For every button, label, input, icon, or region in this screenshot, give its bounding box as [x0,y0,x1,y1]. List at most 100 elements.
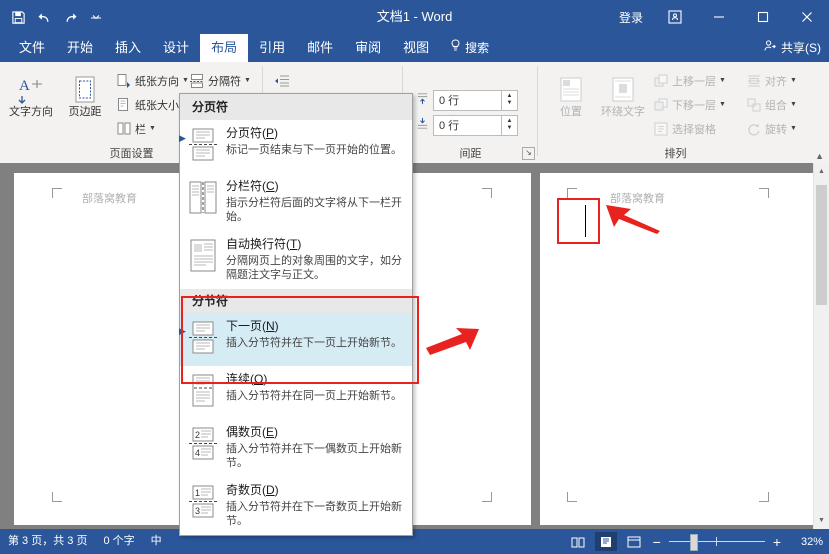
tab-view[interactable]: 视图 [392,34,440,62]
web-view-icon[interactable] [623,532,645,551]
space-before-field[interactable]: 0 行 ▲ ▼ [415,89,518,111]
menu-item-description: 插入分节符并在下一奇数页上开始新节。 [226,501,402,527]
zoom-out-button[interactable]: − [651,534,663,550]
ribbon-group-spacing: 0 行 ▲ ▼ 0 行 ▲ ▼ 间距 ↘ [403,62,538,163]
tab-references[interactable]: 引用 [248,34,296,62]
chevron-down-icon[interactable]: ▼ [719,77,726,84]
space-before-stepper[interactable]: ▲ ▼ [502,89,518,111]
vertical-scrollbar[interactable]: ▲ ▼ [813,163,829,529]
group-button[interactable]: 组合 ▼ [743,94,799,115]
margins-label: 页边距 [68,106,102,118]
align-button[interactable]: 对齐 ▼ [743,70,799,91]
scroll-down-icon[interactable]: ▼ [814,512,829,529]
status-bar-left: 第 3 页，共 3 页 0 个字 中 [8,529,162,554]
page-indicator[interactable]: 第 3 页，共 3 页 [8,529,87,554]
zoom-slider-handle[interactable] [689,534,698,551]
collapse-ribbon-icon[interactable]: ▲ [815,151,824,161]
sign-in-button[interactable]: 登录 [609,0,653,34]
print-view-icon[interactable] [594,532,617,551]
tell-me-search[interactable]: 搜索 [440,34,499,62]
indent-left-icon[interactable] [271,70,292,91]
menu-item-column-break[interactable]: 分栏符(C) 指示分栏符后面的文字将从下一栏开始。 [180,173,412,231]
send-backward-button[interactable]: 下移一层 ▼ [650,94,728,115]
word-count[interactable]: 0 个字 [103,529,134,554]
size-label: 纸张大小 [135,99,179,112]
breaks-button[interactable]: 分隔符 ▼ [186,70,253,91]
menu-item-next-page-section[interactable]: ▶ 下一页(N) 插入分节符并在下一页上开始新节。 [179,313,412,366]
tab-mailings[interactable]: 邮件 [296,34,344,62]
margins-icon [70,72,100,106]
tab-home[interactable]: 开始 [56,34,104,62]
bring-forward-button[interactable]: 上移一层 ▼ [650,70,728,91]
close-button[interactable] [785,0,829,34]
title-bar: 文档1 - Word 登录 [0,0,829,34]
menu-header-section-breaks: 分节符 [180,289,412,313]
tab-file[interactable]: 文件 [8,34,56,62]
menu-item-odd-page-section[interactable]: 1 3 奇数页(D) 插入分节符并在下一奇数页上开始新节。 [180,477,412,535]
tab-design[interactable]: 设计 [152,34,200,62]
group-icon [745,96,762,113]
chevron-down-icon[interactable]: ▼ [790,77,797,84]
document-canvas: 部落窝教育 部落窝教育 [0,163,829,529]
columns-button[interactable]: 栏 ▼ [113,118,158,139]
menu-item-description: 插入分节符并在同一页上开始新节。 [226,390,402,402]
margins-button[interactable]: 页边距 [58,68,112,138]
menu-item-title: 奇数页(D) [226,483,279,497]
scroll-up-icon[interactable]: ▲ [814,163,829,180]
even-page-section-icon: 24 [186,425,220,465]
chevron-down-icon[interactable]: ▼ [790,101,797,108]
space-after-stepper[interactable]: ▲ ▼ [502,114,518,136]
align-label: 对齐 [765,75,787,88]
breaks-dropdown-menu[interactable]: 分页符 ▶ 分页符(P) 标记一页结束与下一页开始的位置。 分栏符(C) 指示分… [179,93,413,536]
svg-text:4: 4 [195,448,200,458]
svg-text:1: 1 [195,488,200,498]
menu-item-continuous-section[interactable]: 连续(O) 插入分节符并在同一页上开始新节。 [180,366,412,419]
bring-forward-icon [652,72,669,89]
selection-pane-button[interactable]: 选择窗格 [650,118,718,139]
space-after-value[interactable]: 0 行 [433,114,502,136]
menu-item-title: 自动换行符(T) [226,237,302,251]
space-after-field[interactable]: 0 行 ▲ ▼ [415,114,518,136]
margin-marker [482,188,492,198]
person-share-icon [764,34,777,62]
maximize-button[interactable] [741,0,785,34]
menu-item-text-wrapping-break[interactable]: 自动换行符(T) 分隔网页上的对象周围的文字，如分隔题注文字与正文。 [180,231,412,289]
language-indicator[interactable]: 中 [151,529,162,554]
account-box-icon[interactable] [653,0,697,34]
chevron-down-icon[interactable]: ▼ [244,77,251,84]
rotate-label: 旋转 [765,123,787,136]
scrollbar-thumb[interactable] [816,185,827,305]
svg-text:3: 3 [195,506,200,516]
zoom-level[interactable]: 32% [789,536,823,548]
minimize-button[interactable] [697,0,741,34]
spacing-group-label: 间距 [459,148,482,160]
chevron-down-icon[interactable]: ▼ [149,125,156,132]
share-button[interactable]: 共享(S) [764,34,821,62]
menu-item-even-page-section[interactable]: 24 偶数页(E) 插入分节符并在下一偶数页上开始新节。 [180,419,412,477]
wrap-text-icon [608,72,638,106]
orientation-button[interactable]: 纸张方向 ▼ [113,70,191,91]
document-page-right[interactable]: 部落窝教育 [540,173,814,525]
menu-item-description: 插入分节符并在下一页上开始新节。 [226,337,402,349]
wrap-text-button[interactable]: 环绕文字 [596,68,650,138]
paper-size-icon [115,96,132,113]
chevron-down-icon[interactable]: ▼ [719,101,726,108]
menu-item-description: 分隔网页上的对象周围的文字，如分隔题注文字与正文。 [226,255,402,281]
menu-header-page-breaks: 分页符 [180,94,412,120]
space-before-value[interactable]: 0 行 [433,89,502,111]
tab-layout[interactable]: 布局 [200,34,249,62]
zoom-slider[interactable] [668,529,765,554]
paragraph-dialog-launcher[interactable]: ↘ [522,147,535,160]
tab-review[interactable]: 审阅 [344,34,392,62]
zoom-in-button[interactable]: + [771,534,783,550]
menu-item-page-break[interactable]: ▶ 分页符(P) 标记一页结束与下一页开始的位置。 [179,120,412,173]
title-bar-right: 登录 [609,0,829,34]
rotate-button[interactable]: 旋转 ▼ [743,118,799,139]
tab-insert[interactable]: 插入 [104,34,152,62]
text-wrap-break-icon [186,237,220,277]
chevron-down-icon[interactable]: ▼ [790,125,797,132]
orientation-icon [115,72,132,89]
read-view-icon[interactable] [567,532,589,551]
position-button[interactable]: 位置 [544,68,598,138]
text-direction-button[interactable]: A 文字方向 [4,68,58,138]
